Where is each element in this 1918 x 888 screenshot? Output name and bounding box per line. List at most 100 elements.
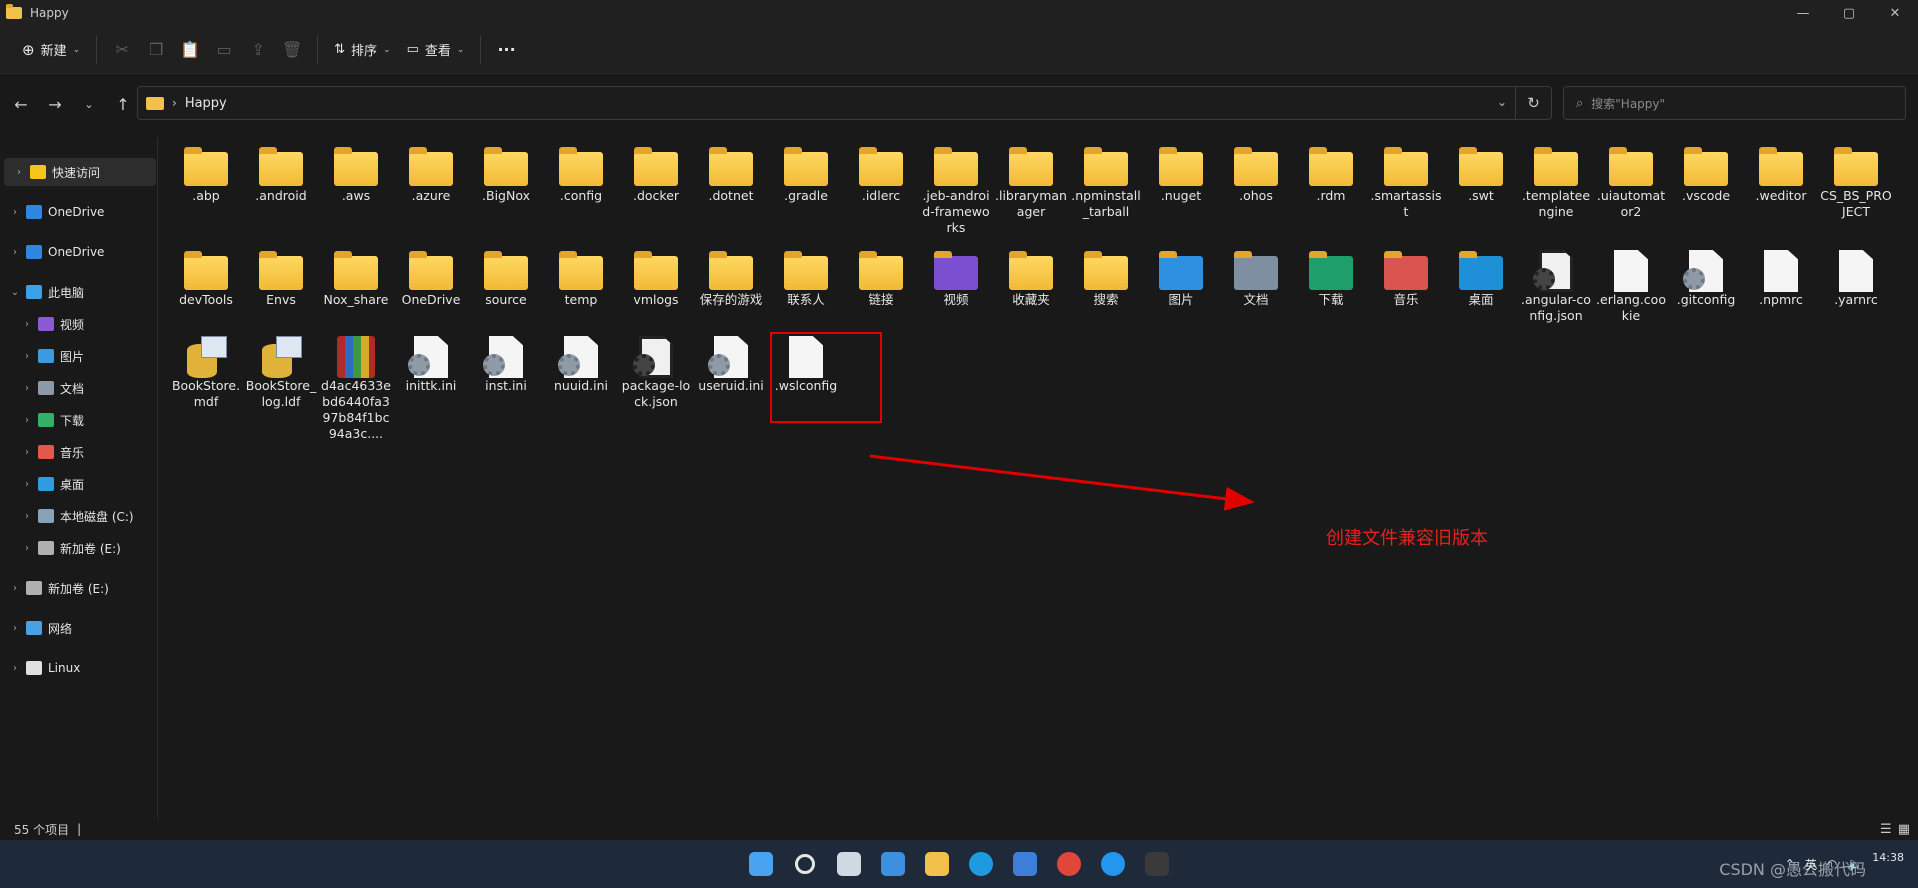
file-item[interactable]: package-lock.json (620, 328, 692, 410)
expand-chevron-icon[interactable]: › (8, 663, 22, 674)
file-item[interactable]: nuuid.ini (545, 328, 617, 394)
file-item[interactable]: 桌面 (1445, 242, 1517, 308)
delete-icon[interactable]: 🗑 (275, 34, 309, 66)
terminal-icon[interactable] (1135, 844, 1179, 884)
file-item[interactable]: .android (245, 138, 317, 204)
share-icon[interactable]: ⇪ (241, 34, 275, 66)
sidebar-item[interactable]: › 新加卷 (E:) (0, 534, 156, 562)
sidebar-item[interactable]: › 视频 (0, 310, 156, 338)
file-item[interactable]: .swt (1445, 138, 1517, 204)
breadcrumb-happy[interactable]: Happy (185, 96, 227, 111)
refresh-icon[interactable]: ↻ (1515, 87, 1551, 119)
forward-arrow-icon[interactable]: → (38, 88, 72, 120)
file-item[interactable]: .azure (395, 138, 467, 204)
file-item[interactable]: .npminstall_tarball (1070, 138, 1142, 220)
chrome-icon[interactable] (1047, 844, 1091, 884)
sidebar-item[interactable]: ⌄ 此电脑 (0, 278, 156, 306)
expand-chevron-icon[interactable]: › (20, 447, 34, 458)
widgets-icon[interactable] (871, 844, 915, 884)
back-arrow-icon[interactable]: ← (4, 88, 38, 120)
expand-chevron-icon[interactable]: › (20, 351, 34, 362)
expand-chevron-icon[interactable]: ⌄ (8, 287, 22, 298)
file-item[interactable]: Envs (245, 242, 317, 308)
file-item[interactable]: useruid.ini (695, 328, 767, 394)
file-item[interactable]: 文档 (1220, 242, 1292, 308)
file-item[interactable]: .nuget (1145, 138, 1217, 204)
file-item[interactable]: devTools (170, 242, 242, 308)
file-item[interactable]: BookStore.mdf (170, 328, 242, 410)
file-item[interactable]: .ohos (1220, 138, 1292, 204)
file-item[interactable]: .gradle (770, 138, 842, 204)
sidebar-item[interactable]: › 下载 (0, 406, 156, 434)
clock[interactable]: 14:38 (1872, 850, 1904, 879)
file-item[interactable]: .aws (320, 138, 392, 204)
file-item[interactable]: d4ac4633ebd6440fa397b84f1bc94a3c.... (320, 328, 392, 442)
taskview-icon[interactable] (827, 844, 871, 884)
paste-icon[interactable]: 📋 (173, 34, 207, 66)
sidebar-item[interactable]: › 图片 (0, 342, 156, 370)
expand-chevron-icon[interactable]: › (8, 247, 22, 258)
file-item[interactable]: 音乐 (1370, 242, 1442, 308)
file-item[interactable]: .erlang.cookie (1595, 242, 1667, 324)
sidebar-item[interactable]: › OneDrive (0, 198, 156, 226)
expand-chevron-icon[interactable]: › (12, 167, 26, 178)
up-arrow-icon[interactable]: ↑ (106, 88, 140, 120)
file-item[interactable]: .jeb-android-frameworks (920, 138, 992, 236)
file-item[interactable]: vmlogs (620, 242, 692, 308)
sidebar-item[interactable]: › 网络 (0, 614, 156, 642)
start-icon[interactable] (739, 844, 783, 884)
search-input[interactable]: ⌕ 搜索"Happy" (1563, 86, 1906, 120)
file-item[interactable]: 收藏夹 (995, 242, 1067, 308)
file-item[interactable]: .rdm (1295, 138, 1367, 204)
file-item[interactable]: OneDrive (395, 242, 467, 308)
expand-chevron-icon[interactable]: › (20, 415, 34, 426)
expand-chevron-icon[interactable]: › (8, 583, 22, 594)
rename-icon[interactable]: ▭ (207, 34, 241, 66)
file-item[interactable]: Nox_share (320, 242, 392, 308)
file-item[interactable]: .BigNox (470, 138, 542, 204)
file-item[interactable]: .config (545, 138, 617, 204)
file-item[interactable]: inst.ini (470, 328, 542, 394)
sidebar-item[interactable]: › 快速访问 (4, 158, 156, 186)
file-item[interactable]: 链接 (845, 242, 917, 308)
expand-chevron-icon[interactable]: › (8, 623, 22, 634)
chevron-down-icon[interactable]: ⌄ (1497, 95, 1507, 109)
close-button[interactable]: ✕ (1872, 0, 1918, 26)
sidebar-item[interactable]: › 本地磁盘 (C:) (0, 502, 156, 530)
file-item[interactable]: 图片 (1145, 242, 1217, 308)
new-button[interactable]: ⊕ 新建 ⌄ (14, 34, 88, 66)
explorer-icon[interactable] (915, 844, 959, 884)
sidebar-item[interactable]: › 新加卷 (E:) (0, 574, 156, 602)
edge-icon[interactable] (959, 844, 1003, 884)
more-button[interactable]: ··· (489, 34, 523, 66)
details-view-icon[interactable]: ☰ (1880, 822, 1892, 837)
file-item[interactable]: .gitconfig (1670, 242, 1742, 308)
sidebar-item[interactable]: › 文档 (0, 374, 156, 402)
cut-icon[interactable]: ✂ (105, 34, 139, 66)
sidebar-item[interactable]: › OneDrive (0, 238, 156, 266)
view-button[interactable]: ▭ 查看 ⌄ (399, 34, 473, 66)
file-item[interactable]: .librarymanager (995, 138, 1067, 220)
expand-chevron-icon[interactable]: › (8, 207, 22, 218)
minimize-button[interactable]: — (1780, 0, 1826, 26)
file-item[interactable]: 下载 (1295, 242, 1367, 308)
file-item[interactable]: 联系人 (770, 242, 842, 308)
file-item[interactable]: temp (545, 242, 617, 308)
file-item[interactable]: .uiautomator2 (1595, 138, 1667, 220)
file-item[interactable]: 搜索 (1070, 242, 1142, 308)
file-item[interactable]: 视频 (920, 242, 992, 308)
file-item[interactable]: 保存的游戏 (695, 242, 767, 308)
file-item[interactable]: .angular-config.json (1520, 242, 1592, 324)
file-item[interactable]: CS_BS_PROJECT (1820, 138, 1892, 220)
file-item[interactable]: .abp (170, 138, 242, 204)
file-item[interactable]: .smartassist (1370, 138, 1442, 220)
expand-chevron-icon[interactable]: › (20, 543, 34, 554)
file-item[interactable]: .npmrc (1745, 242, 1817, 308)
file-item[interactable]: BookStore_log.ldf (245, 328, 317, 410)
file-item[interactable]: .weditor (1745, 138, 1817, 204)
file-item[interactable]: .yarnrc (1820, 242, 1892, 308)
sidebar-item[interactable]: › 桌面 (0, 470, 156, 498)
copy-icon[interactable]: ❐ (139, 34, 173, 66)
expand-chevron-icon[interactable]: › (20, 383, 34, 394)
file-item[interactable]: .idlerc (845, 138, 917, 204)
